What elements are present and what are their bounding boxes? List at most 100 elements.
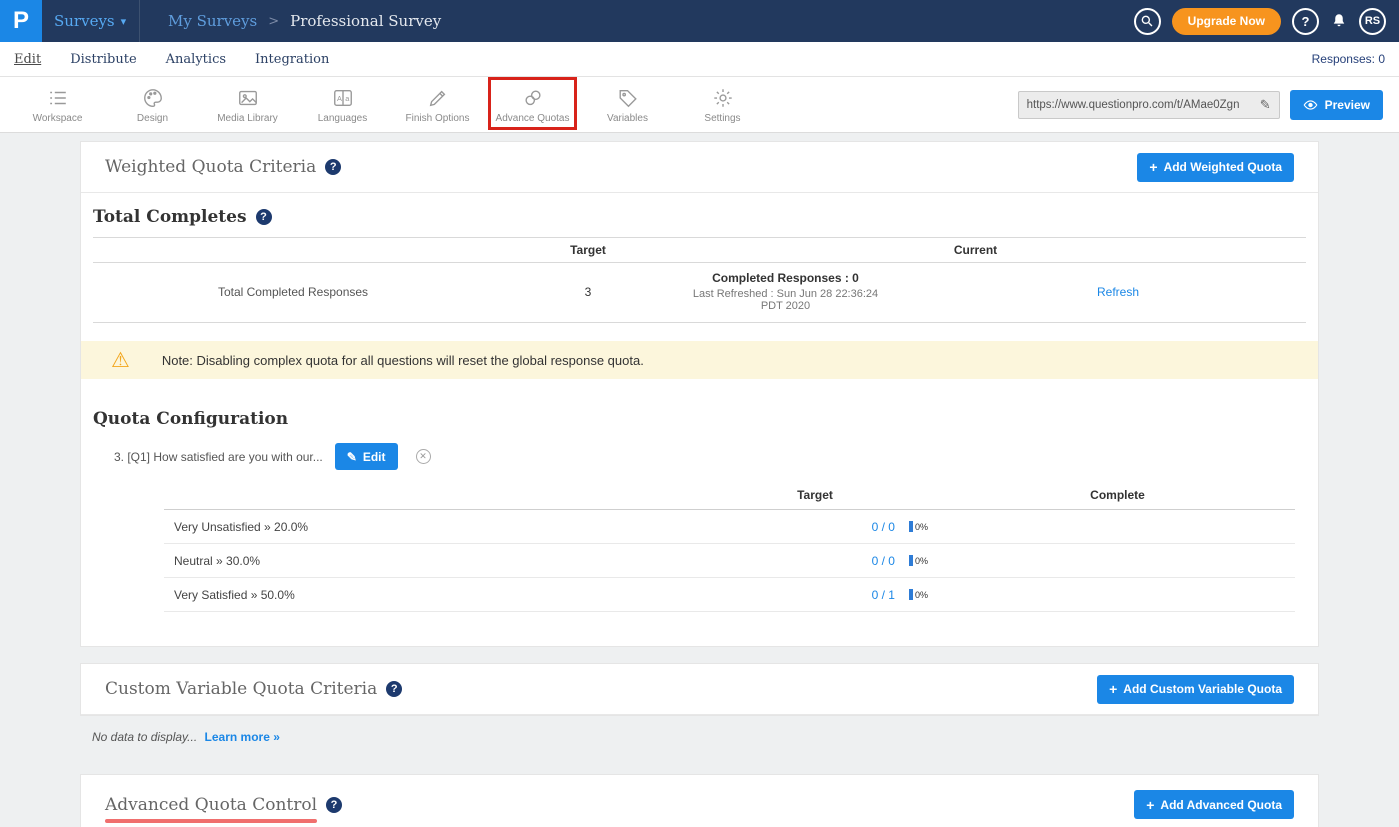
progress-percent: 0% — [915, 556, 928, 566]
search-icon — [1140, 14, 1154, 28]
plus-icon: + — [1146, 797, 1154, 813]
help-icon[interactable]: ? — [326, 797, 342, 813]
tab-analytics[interactable]: Analytics — [166, 52, 226, 67]
total-completes-table-header: Target Current — [93, 238, 1306, 263]
help-button[interactable]: ? — [1292, 8, 1319, 35]
svg-text:A: A — [337, 94, 342, 103]
quota-configuration-heading: Quota Configuration — [81, 379, 1318, 429]
column-current: Current — [888, 243, 1063, 257]
eye-icon — [1303, 99, 1318, 111]
help-icon[interactable]: ? — [386, 681, 402, 697]
toolbar-item-variables[interactable]: Variables — [580, 85, 675, 124]
palette-icon — [142, 87, 164, 109]
tab-integration[interactable]: Integration — [255, 52, 329, 67]
add-advanced-quota-button[interactable]: + Add Advanced Quota — [1134, 790, 1294, 819]
warning-icon: ⚠ — [111, 350, 130, 371]
help-icon[interactable]: ? — [256, 209, 272, 225]
help-icon[interactable]: ? — [325, 159, 341, 175]
progress-bar — [909, 589, 913, 600]
tab-edit[interactable]: Edit — [14, 52, 41, 67]
learn-more-link[interactable]: Learn more » — [205, 730, 280, 744]
toolbar-item-media-library[interactable]: Media Library — [200, 85, 295, 124]
target-cell: 0 / 0 0% — [690, 554, 940, 568]
question-label: 3. [Q1] How satisfied are you with our..… — [114, 450, 323, 464]
table-row: Total Completed Responses 3 Completed Re… — [93, 263, 1306, 323]
custom-variable-quota-header: Custom Variable Quota Criteria ? + Add C… — [81, 664, 1318, 715]
product-switcher[interactable]: P Surveys ▾ — [0, 0, 140, 42]
target-count: 0 / 0 — [872, 554, 895, 568]
target-cell: 0 / 0 0% — [690, 520, 940, 534]
target-count: 0 / 0 — [872, 520, 895, 534]
pencil-icon: ✎ — [347, 450, 357, 464]
edit-button-label: Edit — [363, 450, 386, 464]
weighted-quota-title: Weighted Quota Criteria — [105, 157, 316, 177]
linked-rings-icon — [522, 87, 544, 109]
quota-configuration-table: Target Complete Very Unsatisfied » 20.0%… — [164, 480, 1295, 612]
add-weighted-quota-label: Add Weighted Quota — [1164, 160, 1282, 174]
quota-table-header: Target Complete — [164, 480, 1295, 510]
toolbar-item-label: Finish Options — [406, 113, 470, 124]
answer-option-label: Very Unsatisfied » 20.0% — [164, 520, 690, 534]
toolbar-item-languages[interactable]: Aa Languages — [295, 85, 390, 124]
image-icon — [237, 87, 259, 109]
answer-option-label: Neutral » 30.0% — [164, 554, 690, 568]
pencil-icon — [427, 87, 449, 109]
topbar: P Surveys ▾ My Surveys > Professional Su… — [0, 0, 1399, 42]
toolbar-item-label: Media Library — [217, 113, 278, 124]
workspace-icon — [47, 87, 69, 109]
upgrade-now-button[interactable]: Upgrade Now — [1172, 8, 1281, 35]
progress-percent: 0% — [915, 590, 928, 600]
tag-icon — [617, 87, 639, 109]
preview-button[interactable]: Preview — [1290, 90, 1383, 120]
target-cell: 0 / 1 0% — [690, 588, 940, 602]
main-tabs: Edit Distribute Analytics Integration Re… — [0, 42, 1399, 77]
main-content: Weighted Quota Criteria ? + Add Weighted… — [0, 133, 1399, 827]
progress-cell: 0% — [909, 555, 928, 566]
plus-icon: + — [1149, 159, 1157, 175]
advanced-quota-title-text: Advanced Quota Control — [105, 795, 317, 815]
total-completes-heading: Total Completes ? — [81, 193, 1318, 227]
progress-bar — [909, 521, 913, 532]
edit-url-pencil-icon[interactable]: ✎ — [1254, 97, 1271, 113]
toolbar-item-label: Variables — [607, 113, 648, 124]
edit-question-quota-button[interactable]: ✎ Edit — [335, 443, 398, 470]
progress-cell: 0% — [909, 521, 928, 532]
custom-variable-empty-state: No data to display... Learn more » — [92, 730, 1319, 744]
toolbar-item-advance-quotas[interactable]: Advance Quotas — [485, 85, 580, 124]
questionpro-logo[interactable]: P — [0, 0, 42, 42]
toolbar-item-settings[interactable]: Settings — [675, 85, 770, 124]
gear-icon — [712, 87, 734, 109]
breadcrumb-my-surveys[interactable]: My Surveys — [168, 12, 257, 30]
total-completes-table: Target Current Total Completed Responses… — [93, 237, 1306, 323]
toolbar-item-workspace[interactable]: Workspace — [10, 85, 105, 124]
custom-variable-quota-title: Custom Variable Quota Criteria — [105, 679, 377, 699]
edit-toolbar: Workspace Design Media Library Aa Langua… — [0, 77, 1399, 133]
quota-question-row: 3. [Q1] How satisfied are you with our..… — [114, 443, 1318, 470]
weighted-quota-card: Weighted Quota Criteria ? + Add Weighted… — [80, 141, 1319, 647]
toolbar-item-label: Languages — [318, 113, 368, 124]
survey-url-input[interactable] — [1027, 99, 1254, 111]
refresh-link[interactable]: Refresh — [1063, 285, 1306, 299]
tab-distribute[interactable]: Distribute — [70, 52, 136, 67]
custom-variable-quota-card: Custom Variable Quota Criteria ? + Add C… — [80, 663, 1319, 716]
translate-icon: Aa — [332, 87, 354, 109]
bell-icon — [1330, 12, 1348, 30]
note-text: Note: Disabling complex quota for all qu… — [162, 353, 644, 368]
toolbar-item-label: Advance Quotas — [496, 113, 570, 124]
user-avatar[interactable]: RS — [1359, 8, 1386, 35]
column-target: Target — [493, 243, 683, 257]
total-completes-title: Total Completes — [93, 207, 247, 227]
notifications-button[interactable] — [1330, 12, 1348, 30]
toolbar-item-label: Design — [137, 113, 168, 124]
survey-url-box: ✎ — [1018, 91, 1280, 119]
search-button[interactable] — [1134, 8, 1161, 35]
total-completed-responses-label: Total Completed Responses — [93, 285, 493, 299]
add-weighted-quota-button[interactable]: + Add Weighted Quota — [1137, 153, 1294, 182]
no-data-text: No data to display... — [92, 730, 197, 744]
toolbar-item-design[interactable]: Design — [105, 85, 200, 124]
answer-option-label: Very Satisfied » 50.0% — [164, 588, 690, 602]
toolbar-item-finish-options[interactable]: Finish Options — [390, 85, 485, 124]
remove-quota-icon[interactable]: ✕ — [416, 449, 431, 464]
add-custom-variable-quota-button[interactable]: + Add Custom Variable Quota — [1097, 675, 1294, 704]
quota-configuration-title: Quota Configuration — [93, 409, 288, 429]
